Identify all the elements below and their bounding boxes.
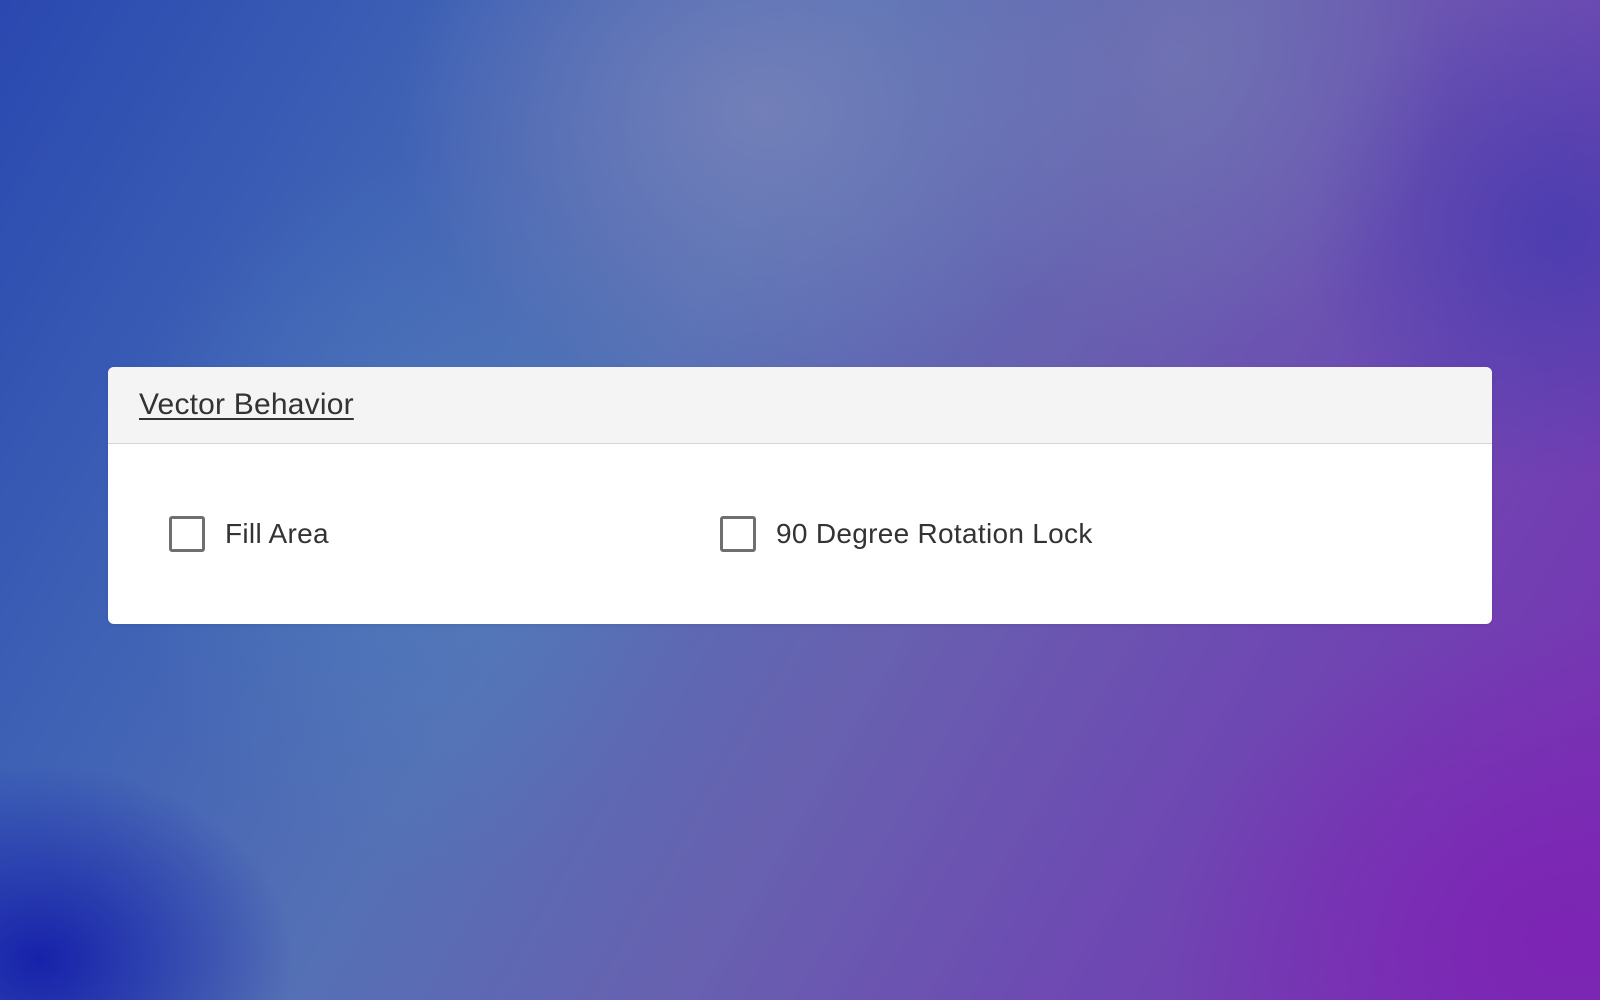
fill-area-label: Fill Area xyxy=(225,518,329,549)
rotation-lock-option[interactable]: 90 Degree Rotation Lock xyxy=(720,516,1093,552)
panel-title-link[interactable]: Vector Behavior xyxy=(139,388,354,422)
panel-header: Vector Behavior xyxy=(108,367,1492,444)
rotation-lock-label: 90 Degree Rotation Lock xyxy=(776,518,1093,549)
panel-body: Fill Area 90 Degree Rotation Lock xyxy=(108,444,1492,624)
vector-behavior-panel: Vector Behavior Fill Area 90 Degree Rota… xyxy=(108,367,1492,624)
fill-area-option[interactable]: Fill Area xyxy=(169,516,329,552)
fill-area-checkbox[interactable] xyxy=(169,516,205,552)
rotation-lock-checkbox[interactable] xyxy=(720,516,756,552)
